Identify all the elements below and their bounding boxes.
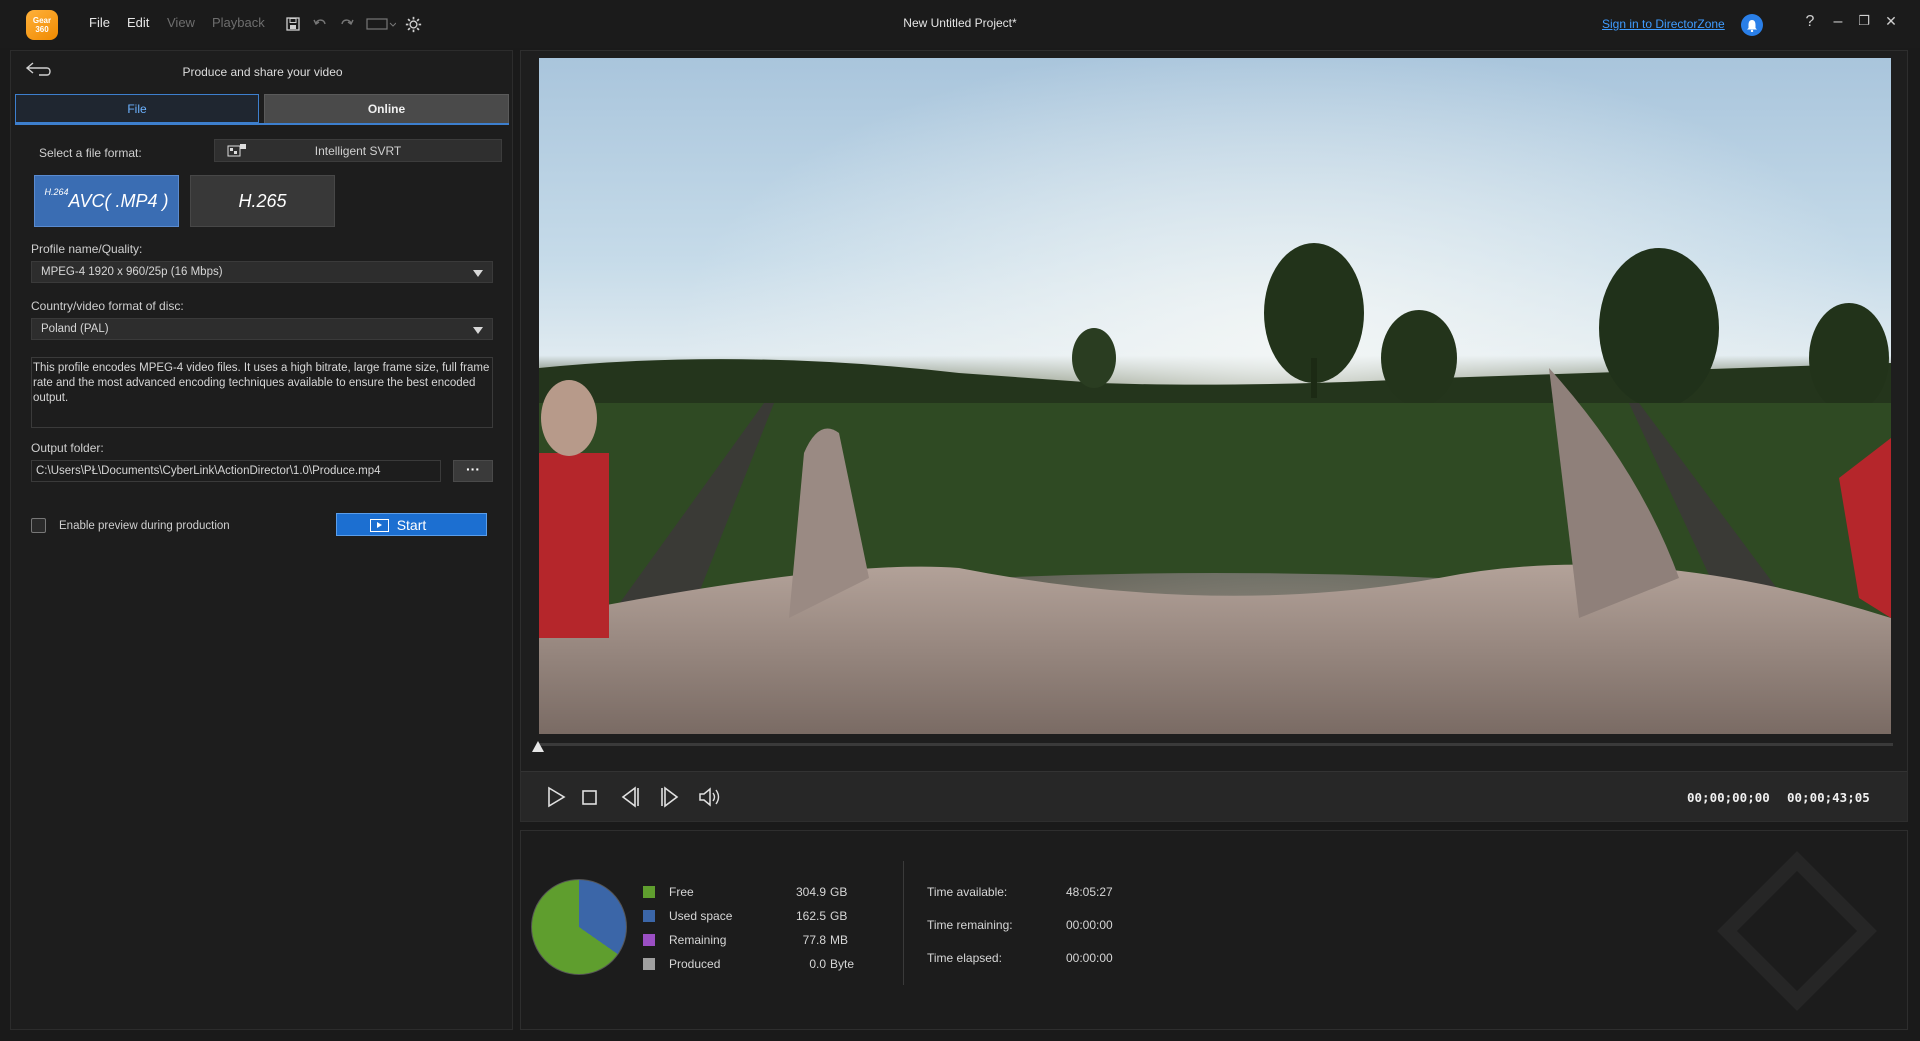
country-value: Poland (PAL) xyxy=(41,323,109,335)
time-value: 00:00:00 xyxy=(1066,951,1113,965)
seek-bar[interactable] xyxy=(537,743,1893,746)
tab-file[interactable]: File xyxy=(15,94,259,124)
legend-unit: GB xyxy=(830,885,848,899)
undo-icon[interactable] xyxy=(310,14,330,34)
start-label: Start xyxy=(396,516,427,533)
video-preview[interactable] xyxy=(539,58,1891,734)
production-info-panel: Free 304.9 GB Used space 162.5 GB Remaining 77.… xyxy=(520,830,1908,1030)
legend-swatch xyxy=(643,886,655,898)
time-label: Time elapsed: xyxy=(927,951,1002,965)
save-icon[interactable] xyxy=(283,14,303,34)
playback-controls: 00;00;00;00 00;00;43;05 xyxy=(521,771,1907,821)
legend-unit: Byte xyxy=(830,957,855,971)
menu-view[interactable]: View xyxy=(167,15,195,30)
legend-label: Remaining xyxy=(669,933,727,947)
format-avc-label: AVC( .MP4 ) xyxy=(68,190,169,211)
time-value: 00:00:00 xyxy=(1066,918,1113,932)
minimize-button[interactable]: – xyxy=(1827,13,1849,31)
legend-swatch xyxy=(643,934,655,946)
playhead-marker[interactable] xyxy=(532,741,544,752)
legend-value: 304.9 xyxy=(795,885,826,899)
project-title: New Untitled Project* xyxy=(903,16,1017,30)
total-timecode: 00;00;43;05 xyxy=(1787,790,1870,805)
legend-label: Used space xyxy=(669,909,733,923)
svrt-label: Intelligent SVRT xyxy=(314,143,402,158)
preview-area: 00;00;00;00 00;00;43;05 xyxy=(520,50,1908,822)
legend-label: Free xyxy=(669,885,694,899)
legend-swatch xyxy=(643,958,655,970)
next-frame-icon[interactable] xyxy=(657,784,683,810)
volume-icon[interactable] xyxy=(697,784,723,810)
current-timecode: 00;00;00;00 xyxy=(1687,790,1770,805)
settings-gear-icon[interactable] xyxy=(403,14,423,34)
chevron-down-icon xyxy=(473,270,483,277)
output-folder-label: Output folder: xyxy=(31,441,104,455)
title-bar: Gear 360 File Edit View Playback New Unt… xyxy=(0,0,1920,48)
output-path-field[interactable]: C:\Users\PŁ\Documents\CyberLink\ActionDi… xyxy=(31,460,441,482)
restore-button[interactable]: ❐ xyxy=(1853,13,1875,29)
menu-edit[interactable]: Edit xyxy=(127,15,149,30)
legend-value: 0.0 xyxy=(809,957,826,971)
country-label: Country/video format of disc: xyxy=(31,299,184,313)
panel-title: Produce and share your video xyxy=(182,65,343,79)
format-h265-button[interactable]: H.265 xyxy=(190,175,335,227)
enable-preview-checkbox[interactable] xyxy=(31,518,46,533)
close-button[interactable]: ✕ xyxy=(1880,13,1902,30)
app-logo: Gear 360 xyxy=(26,10,58,40)
legend-unit: MB xyxy=(830,933,848,947)
time-label: Time available: xyxy=(927,885,1008,899)
produce-panel: Produce and share your video File Online… xyxy=(10,50,513,1030)
video-frame-image xyxy=(539,58,1891,734)
stop-icon[interactable] xyxy=(577,784,603,810)
time-value: 48:05:27 xyxy=(1066,885,1113,899)
intelligent-svrt-button[interactable]: Intelligent SVRT xyxy=(214,139,502,162)
aspect-ratio-icon[interactable] xyxy=(365,14,397,34)
legend-unit: GB xyxy=(830,909,848,923)
start-button[interactable]: Start xyxy=(336,513,487,536)
enable-preview-label: Enable preview during production xyxy=(59,520,230,532)
produce-icon xyxy=(370,519,389,532)
profile-description: This profile encodes MPEG-4 video files.… xyxy=(31,357,493,428)
legend-label: Produced xyxy=(669,957,721,971)
help-icon[interactable]: ? xyxy=(1799,13,1821,31)
legend-value: 162.5 xyxy=(795,909,826,923)
redo-icon[interactable] xyxy=(337,14,357,34)
info-divider xyxy=(903,861,904,985)
disk-usage-pie-chart xyxy=(531,879,627,975)
background-logo-watermark xyxy=(1717,851,1877,1011)
profile-select[interactable]: MPEG-4 1920 x 960/25p (16 Mbps) xyxy=(31,261,493,283)
browse-button[interactable]: ··· xyxy=(453,460,493,482)
format-avc-codec-label: H.264 xyxy=(44,187,69,197)
legend-value: 77.8 xyxy=(802,933,826,947)
time-label: Time remaining: xyxy=(927,918,1013,932)
chevron-down-icon xyxy=(473,327,483,334)
select-format-label: Select a file format: xyxy=(39,146,142,160)
play-icon[interactable] xyxy=(543,784,569,810)
format-h265-label: H.265 xyxy=(238,190,287,211)
tab-underline xyxy=(15,123,509,125)
menu-playback[interactable]: Playback xyxy=(212,15,265,30)
svrt-icon xyxy=(227,143,247,158)
profile-value: MPEG-4 1920 x 960/25p (16 Mbps) xyxy=(41,266,223,278)
profile-label: Profile name/Quality: xyxy=(31,242,143,256)
previous-frame-icon[interactable] xyxy=(617,784,643,810)
country-select[interactable]: Poland (PAL) xyxy=(31,318,493,340)
menu-file[interactable]: File xyxy=(89,15,110,30)
format-avc-mp4-button[interactable]: H.264 AVC( .MP4 ) xyxy=(34,175,179,227)
legend-swatch xyxy=(643,910,655,922)
sign-in-link[interactable]: Sign in to DirectorZone xyxy=(1602,17,1725,31)
tab-online[interactable]: Online xyxy=(264,94,509,124)
notification-bell-icon[interactable] xyxy=(1741,14,1763,36)
